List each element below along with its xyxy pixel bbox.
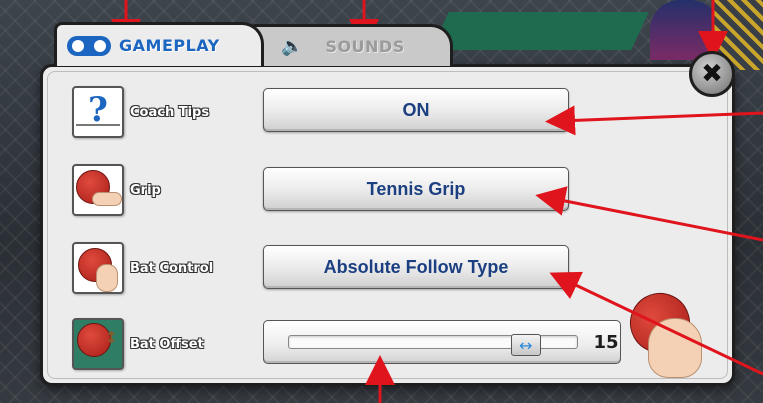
grip-label: Grip bbox=[130, 182, 161, 198]
background-table bbox=[431, 12, 649, 50]
setting-row-bat-offset: ↕ Bat Offset bbox=[72, 316, 204, 372]
bat-offset-slider[interactable]: ↔ 15 bbox=[263, 320, 621, 364]
gamepad-icon bbox=[67, 35, 111, 56]
horizontal-arrows-icon: ↔ bbox=[519, 335, 533, 355]
bat-offset-label: Bat Offset bbox=[130, 336, 204, 352]
thumb-illustration bbox=[648, 318, 702, 378]
close-icon: ✖ bbox=[701, 59, 723, 89]
grip-button[interactable]: Tennis Grip bbox=[263, 167, 569, 211]
bat-control-button[interactable]: Absolute Follow Type bbox=[263, 245, 569, 289]
speaker-icon: 🔈 bbox=[281, 36, 304, 57]
bat-offset-slider-handle[interactable]: ↔ bbox=[510, 334, 541, 356]
tab-sounds-label: SOUNDS bbox=[325, 37, 405, 56]
bat-control-icon bbox=[72, 242, 124, 294]
coach-tips-label: Coach Tips bbox=[130, 104, 210, 120]
setting-row-grip: Grip bbox=[72, 162, 161, 218]
bat-offset-icon: ↕ bbox=[72, 318, 124, 370]
setting-row-bat-control: Bat Control bbox=[72, 240, 213, 296]
close-button[interactable]: ✖ bbox=[689, 51, 735, 97]
grip-icon bbox=[72, 164, 124, 216]
tab-gameplay[interactable]: GAMEPLAY bbox=[54, 22, 264, 66]
bat-offset-slider-track[interactable]: ↔ bbox=[288, 334, 578, 356]
setting-row-coach-tips: ? Coach Tips bbox=[72, 84, 209, 140]
tab-sounds[interactable]: 🔈 SOUNDS bbox=[248, 24, 453, 66]
coach-tips-button[interactable]: ON bbox=[263, 88, 569, 132]
bat-control-label: Bat Control bbox=[130, 260, 214, 276]
bat-offset-value: 15 bbox=[593, 331, 619, 353]
coach-tips-icon: ? bbox=[72, 86, 124, 138]
tab-gameplay-label: GAMEPLAY bbox=[119, 36, 220, 55]
